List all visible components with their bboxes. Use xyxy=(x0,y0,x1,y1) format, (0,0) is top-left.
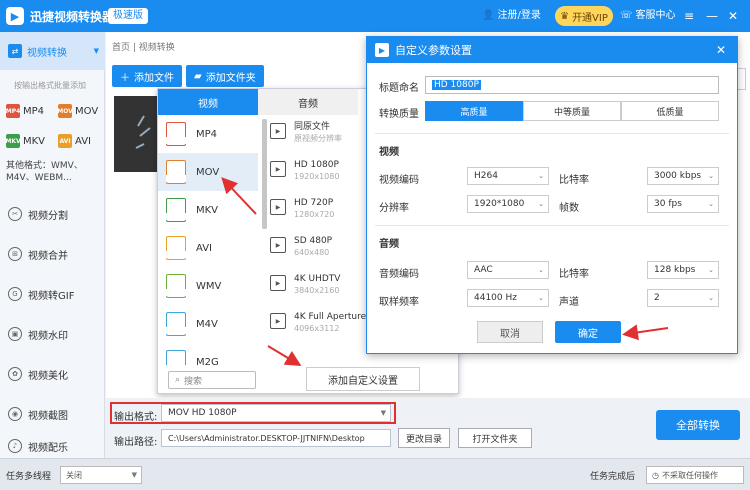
arrow-to-ok xyxy=(622,324,669,341)
annotation-arrows xyxy=(221,177,669,367)
arrow-to-mov xyxy=(221,177,257,215)
arrow-to-add-custom xyxy=(267,345,302,367)
